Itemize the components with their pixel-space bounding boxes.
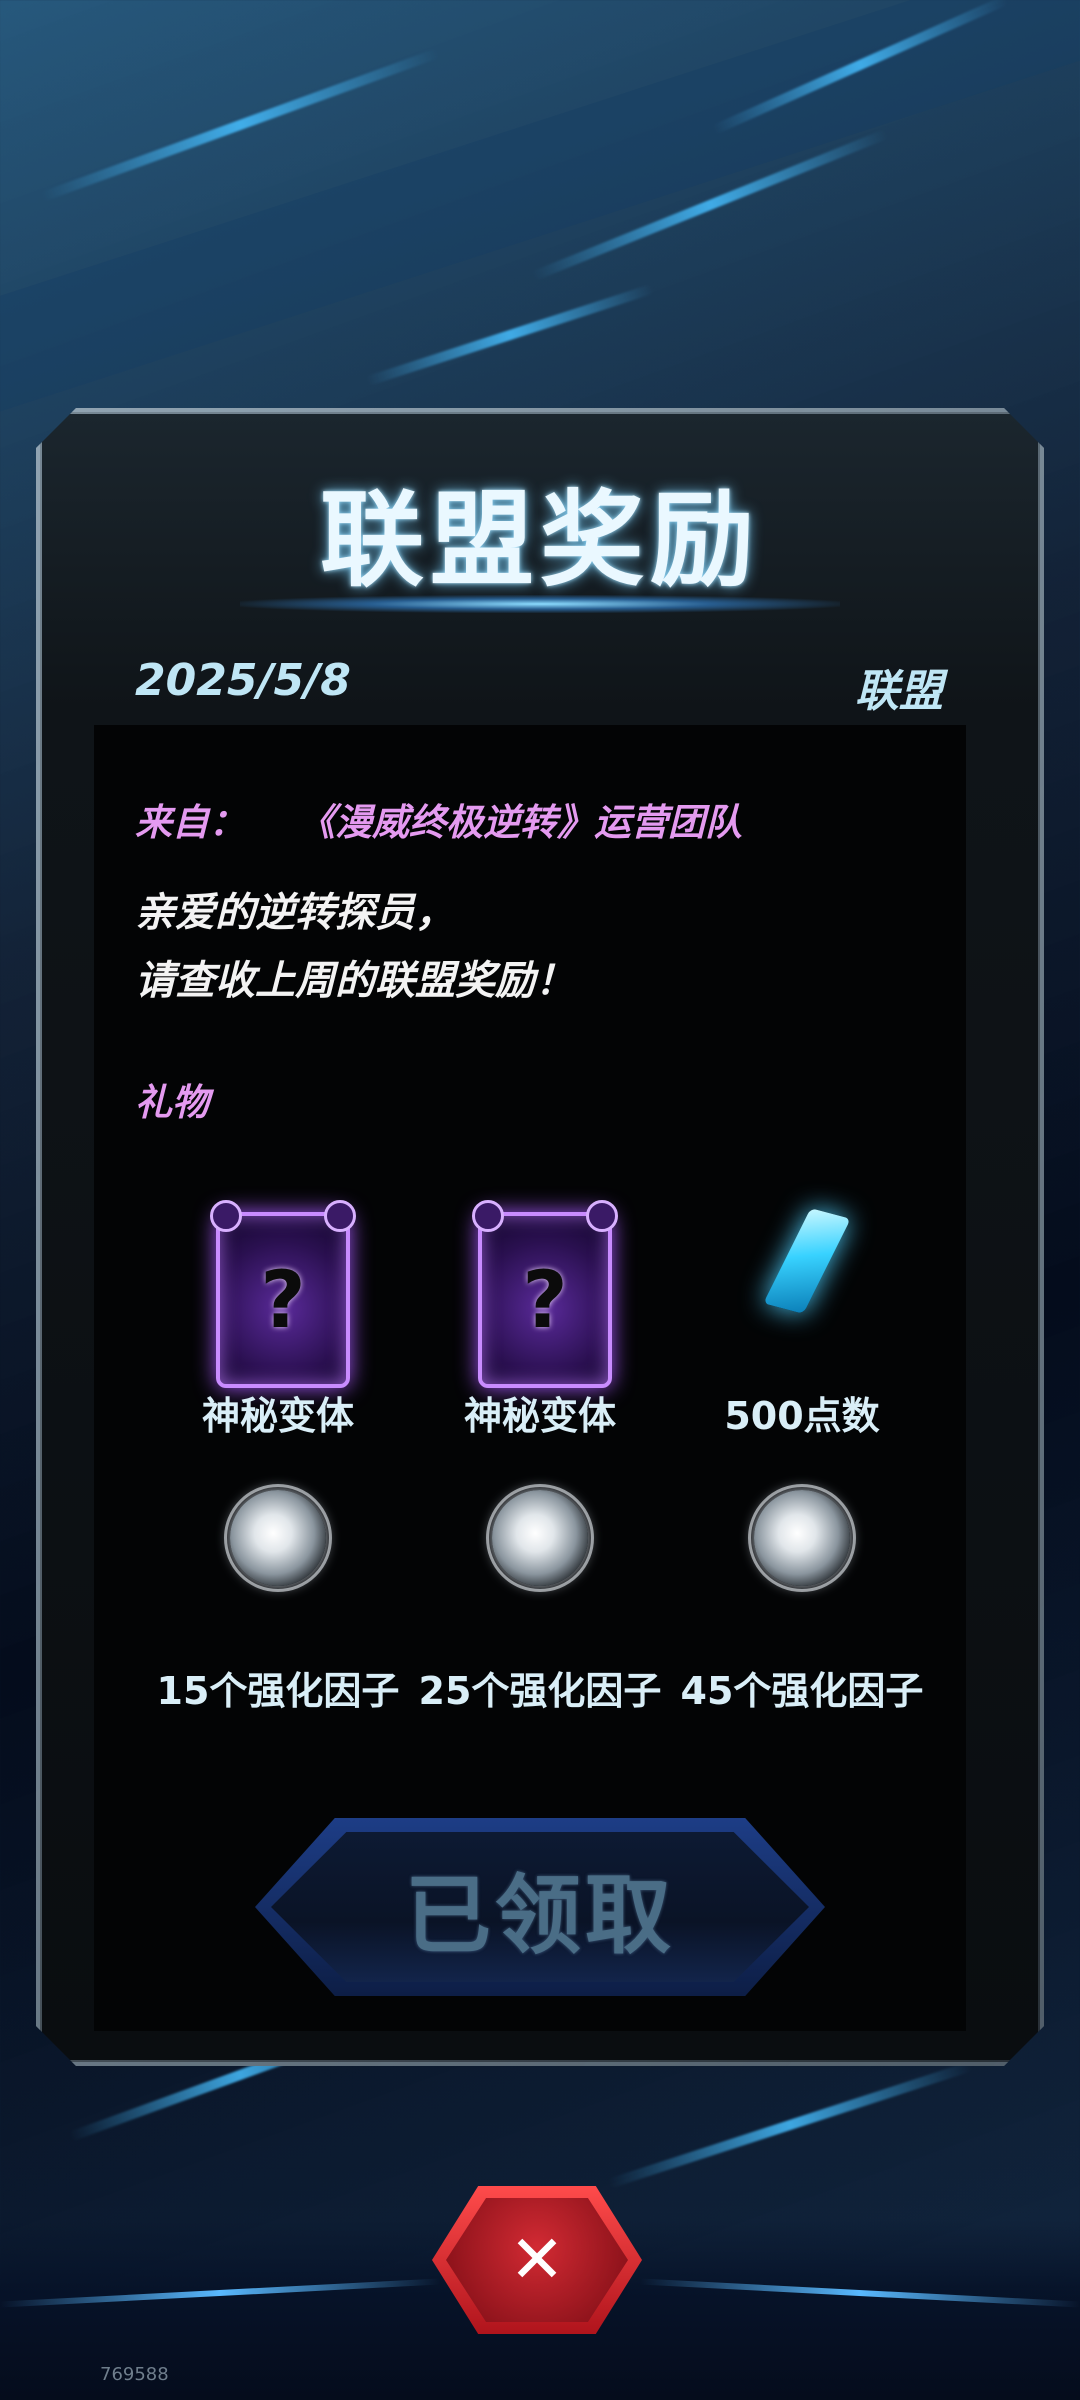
- reward-label: 25个强化因子: [418, 1669, 662, 1713]
- mail-category: 联盟: [855, 666, 943, 717]
- reward-item: 神秘变体: [148, 1385, 408, 1440]
- background-streak: [365, 283, 655, 387]
- background-streak: [607, 2061, 973, 2189]
- mail-date: 2025/5/8: [135, 655, 351, 706]
- boost-factor-orb-icon: [224, 1484, 332, 1592]
- sender-label: 来自：: [135, 801, 246, 844]
- mail-body: 请查收上周的联盟奖励！: [135, 958, 575, 1004]
- claimed-button[interactable]: 已领取: [271, 1832, 809, 1982]
- close-icon: ✕: [509, 2221, 565, 2298]
- boost-factor-orb-icon: [748, 1484, 856, 1592]
- claimed-button-label: 已领取: [405, 1865, 675, 1966]
- reward-item: 500点数: [672, 1385, 932, 1440]
- gifts-label: 礼物: [135, 1081, 209, 1124]
- reward-item: 25个强化因子: [410, 1660, 670, 1715]
- reward-label: 神秘变体: [463, 1394, 616, 1438]
- mystery-variant-card-icon: ?: [210, 1200, 356, 1388]
- mail-sender: 来自： 《漫威终极逆转》运营团队: [135, 792, 742, 846]
- reward-label: 45个强化因子: [680, 1669, 924, 1713]
- watermark: 769588: [100, 2364, 169, 2385]
- title-glow-divider: [240, 595, 840, 613]
- reward-label: 500点数: [724, 1394, 880, 1438]
- mystery-variant-card-icon: ?: [472, 1200, 618, 1388]
- reward-item: 15个强化因子: [148, 1660, 408, 1715]
- sender-team: 《漫威终极逆转》运营团队: [298, 801, 742, 844]
- boost-factor-orb-icon: [486, 1484, 594, 1592]
- reward-label: 15个强化因子: [156, 1669, 400, 1713]
- reward-label: 神秘变体: [201, 1394, 354, 1438]
- reward-item: 45个强化因子: [672, 1660, 932, 1715]
- reward-item: 神秘变体: [410, 1385, 670, 1440]
- dialog-title: 联盟奖励: [319, 479, 760, 601]
- background-band: [0, 0, 1080, 429]
- mail-greeting: 亲爱的逆转探员，: [135, 890, 455, 936]
